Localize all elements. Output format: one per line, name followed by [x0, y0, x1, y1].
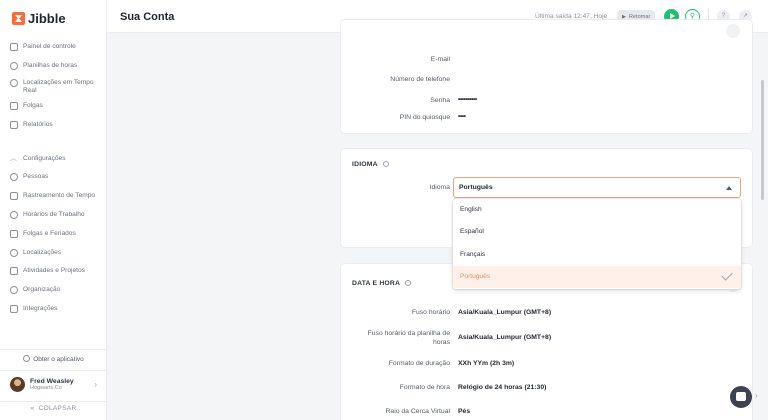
rocket-icon: ➚ [742, 13, 749, 19]
language-option-spanish[interactable]: Español [453, 221, 741, 243]
user-name: Fred Weasley [30, 378, 74, 385]
pin-icon [10, 249, 18, 257]
email-label: E-mail [430, 56, 450, 63]
language-option-french[interactable]: Français [453, 244, 741, 266]
page-title: Sua Conta [120, 11, 175, 23]
dashboard-icon [10, 43, 18, 51]
suitcase-icon [10, 102, 18, 110]
settings-nav: ︿ Configurações Pessoas Rastreamento de … [0, 155, 107, 324]
schedule-icon [10, 211, 18, 219]
org-icon [10, 286, 18, 294]
geofence-radius-label: Raio da Cerca Virtual [385, 408, 450, 415]
chevron-right-icon[interactable]: › [755, 391, 758, 400]
sidebar-item-dashboard[interactable]: Painel de controle [0, 43, 107, 62]
sidebar-item-integrations[interactable]: Integrações [0, 305, 107, 324]
location-icon [10, 79, 18, 87]
tag-icon [10, 267, 18, 275]
account-card: E-mail Número de telefone Senha ••••••••… [341, 20, 752, 133]
sidebar-item-timesheets[interactable]: Planilhas de horas [0, 62, 107, 79]
sidebar-item-people[interactable]: Pessoas [0, 173, 107, 192]
timesheet-timezone-value: Asia/Kuala_Lumpur (GMT+8) [458, 334, 552, 341]
sidebar-item-time-tracking[interactable]: Rastreamento de Tempo [0, 192, 107, 211]
tracking-icon [10, 192, 18, 200]
check-icon [721, 269, 733, 281]
main-nav: Painel de controle Planilhas de horas Lo… [0, 43, 107, 140]
sidebar-item-settings[interactable]: ︿ Configurações [0, 155, 107, 173]
collapse-button[interactable]: « COLAPSAR [0, 401, 107, 412]
time-format-value: Relógio de 24 horas (21:30) [458, 384, 547, 391]
report-icon [10, 121, 18, 129]
datetime-section-title: DATA E HORA [352, 280, 412, 287]
sidebar: Jibble Painel de controle Planilhas de h… [0, 0, 107, 420]
sidebar-item-time-off[interactable]: Folgas [0, 102, 107, 121]
sidebar-item-work-schedules[interactable]: Horários de Trabalho [0, 211, 107, 230]
person-run-icon: ⚲ [689, 13, 696, 20]
people-icon [10, 173, 18, 181]
sidebar-item-reports[interactable]: Relatórios [0, 121, 107, 140]
get-app-button[interactable]: Obter o aplicativo [0, 349, 107, 363]
language-dropdown: English Español Français Português [453, 199, 741, 289]
caret-up-icon [726, 186, 732, 190]
avatar [10, 377, 25, 392]
info-icon [382, 161, 389, 167]
language-option-english[interactable]: English [453, 199, 741, 221]
chevron-right-icon: › [94, 380, 97, 389]
kiosk-pin-value: •••• [458, 113, 466, 120]
chevron-left-icon: « [30, 405, 35, 412]
chevron-up-icon: ︿ [10, 155, 17, 162]
logo[interactable]: Jibble [12, 11, 66, 26]
language-selected-value: Português [459, 184, 493, 191]
jibble-logo-icon [12, 12, 25, 25]
chat-button[interactable] [730, 386, 752, 408]
duration-format-label: Formato de duração [388, 360, 450, 367]
sidebar-item-activities[interactable]: Atividades e Projetos [0, 267, 107, 286]
timezone-value: Asia/Kuala_Lumpur (GMT+8) [458, 309, 552, 316]
help-icon: ? [721, 13, 726, 19]
duration-format-value: XXh YYm (2h 3m) [458, 360, 515, 367]
password-value: •••••••••• [458, 96, 477, 103]
clock-icon [10, 62, 18, 70]
holiday-icon [10, 230, 18, 238]
scrollbar[interactable] [761, 80, 764, 200]
sidebar-item-holidays[interactable]: Folgas e Feriados [0, 230, 107, 249]
language-label: Idioma [429, 184, 450, 191]
kiosk-pin-label: PIN do quiosque [399, 114, 450, 121]
info-icon [405, 280, 412, 286]
user-menu[interactable]: Fred Weasley Hogwarts Co › [0, 370, 107, 398]
language-select[interactable]: Português [453, 177, 741, 198]
timezone-label: Fuso horário [411, 309, 450, 316]
language-option-portuguese[interactable]: Português [453, 266, 741, 288]
plug-icon [10, 305, 18, 313]
sidebar-item-locations[interactable]: Localizações [0, 249, 107, 267]
edit-button[interactable] [726, 24, 740, 38]
sidebar-item-organization[interactable]: Organização [0, 286, 107, 305]
user-org: Hogwarts Co [30, 385, 62, 391]
language-section-title: IDIOMA [352, 161, 389, 168]
phone-label: Número de telefone [390, 76, 450, 83]
timesheet-timezone-label: Fuso horário da planilha de horas [367, 330, 450, 346]
geofence-radius-value: Pés [458, 408, 471, 415]
last-out-status: Última saída 12:47, Hoje [535, 13, 608, 20]
time-format-label: Formato de hora [399, 384, 450, 391]
password-label: Senha [430, 97, 450, 104]
sidebar-item-live-locations[interactable]: Localizações em Tempo Real [0, 79, 107, 102]
logo-text: Jibble [28, 11, 66, 26]
download-icon [23, 355, 31, 362]
